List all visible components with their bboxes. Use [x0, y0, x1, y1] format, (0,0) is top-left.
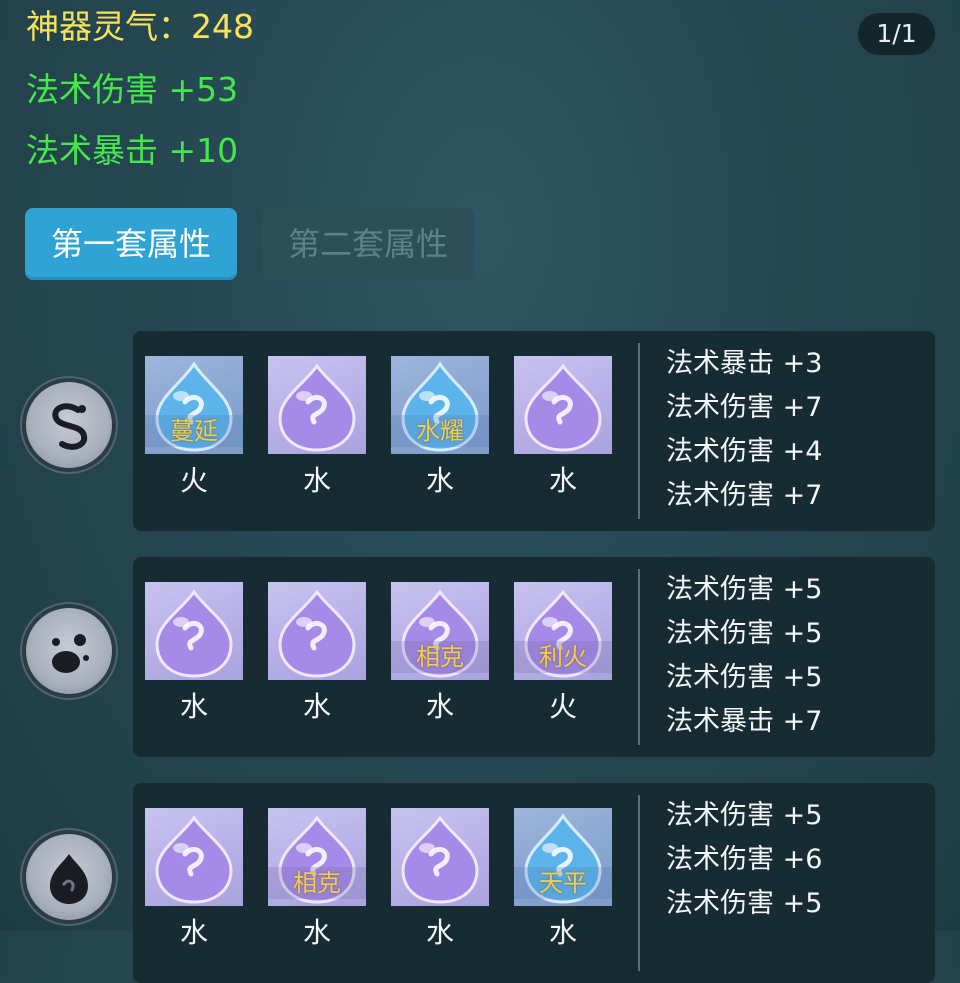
swirl-icon[interactable] — [26, 382, 112, 468]
attribute-line: 法术伤害 +6 — [666, 844, 823, 875]
attribute-line: 法术伤害 +5 — [666, 800, 823, 831]
element-label: 水 — [425, 464, 454, 497]
slot-group-1: 蔓延 火 水 水耀 水 水 法术暴击 +3 法术伤害 +7 法术伤害 +4 法术… — [0, 331, 960, 531]
gem-panel-3: 水 相克 水 水 天平 水 法术伤害 +5 法术伤害 +6 法术伤害 +5 — [133, 783, 935, 983]
gem-slot[interactable]: 相克 — [391, 582, 489, 680]
attribute-line: 法术伤害 +7 — [666, 480, 823, 511]
gem-label: 相克 — [268, 867, 366, 899]
element-label: 火 — [179, 464, 208, 497]
element-label: 水 — [302, 464, 331, 497]
tab-second-set[interactable]: 第二套属性 — [262, 208, 474, 280]
gem-slot[interactable]: 水耀 — [391, 356, 489, 454]
gem-label: 蔓延 — [145, 415, 243, 447]
gem-slot[interactable] — [145, 582, 243, 680]
gem-label: 利火 — [514, 641, 612, 673]
element-label: 水 — [548, 464, 577, 497]
attribute-line: 法术暴击 +3 — [666, 348, 823, 379]
element-label: 水 — [425, 690, 454, 723]
gem-slot[interactable] — [268, 356, 366, 454]
gem-slot[interactable]: 相克 — [268, 808, 366, 906]
element-label: 水 — [302, 690, 331, 723]
gem-label: 水耀 — [391, 415, 489, 447]
gem-slot[interactable]: 利火 — [514, 582, 612, 680]
attribute-line: 法术伤害 +5 — [666, 662, 823, 693]
gem-slot[interactable]: 天平 — [514, 808, 612, 906]
gem-label: 天平 — [514, 867, 612, 899]
attribute-line: 法术伤害 +5 — [666, 618, 823, 649]
attribute-line: 法术伤害 +7 — [666, 392, 823, 423]
stat-magic-crit: 法术暴击 +10 — [26, 131, 239, 170]
element-label: 火 — [548, 690, 577, 723]
gem-panel-2: 水 水 相克 水 利火 火 法术伤害 +5 法术伤害 +5 法术伤害 +5 法术… — [133, 557, 935, 757]
attribute-line: 法术伤害 +5 — [666, 574, 823, 605]
attribute-line: 法术暴击 +7 — [666, 706, 823, 737]
gem-label: 相克 — [391, 641, 489, 673]
slot-group-3: 水 相克 水 水 天平 水 法术伤害 +5 法术伤害 +6 法术伤害 +5 — [0, 783, 960, 983]
ink-splash-icon[interactable] — [26, 608, 112, 694]
flame-drop-icon[interactable] — [26, 834, 112, 920]
gem-slot[interactable] — [391, 808, 489, 906]
element-label: 水 — [548, 916, 577, 949]
element-label: 水 — [179, 690, 208, 723]
panel-divider — [638, 343, 640, 519]
gem-slot[interactable]: 蔓延 — [145, 356, 243, 454]
spirit-value: 神器灵气：248 — [26, 7, 254, 46]
stat-magic-damage: 法术伤害 +53 — [26, 70, 239, 109]
element-label: 水 — [179, 916, 208, 949]
panel-divider — [638, 795, 640, 971]
page-indicator: 1/1 — [858, 13, 935, 55]
slot-group-2: 水 水 相克 水 利火 火 法术伤害 +5 法术伤害 +5 法术伤害 +5 法术… — [0, 557, 960, 757]
attribute-line: 法术伤害 +5 — [666, 888, 823, 919]
panel-divider — [638, 569, 640, 745]
attribute-line: 法术伤害 +4 — [666, 436, 823, 467]
element-label: 水 — [425, 916, 454, 949]
gem-slot[interactable] — [268, 582, 366, 680]
tab-first-set[interactable]: 第一套属性 — [25, 208, 237, 280]
gem-panel-1: 蔓延 火 水 水耀 水 水 法术暴击 +3 法术伤害 +7 法术伤害 +4 法术… — [133, 331, 935, 531]
element-label: 水 — [302, 916, 331, 949]
gem-slot[interactable] — [514, 356, 612, 454]
gem-slot[interactable] — [145, 808, 243, 906]
